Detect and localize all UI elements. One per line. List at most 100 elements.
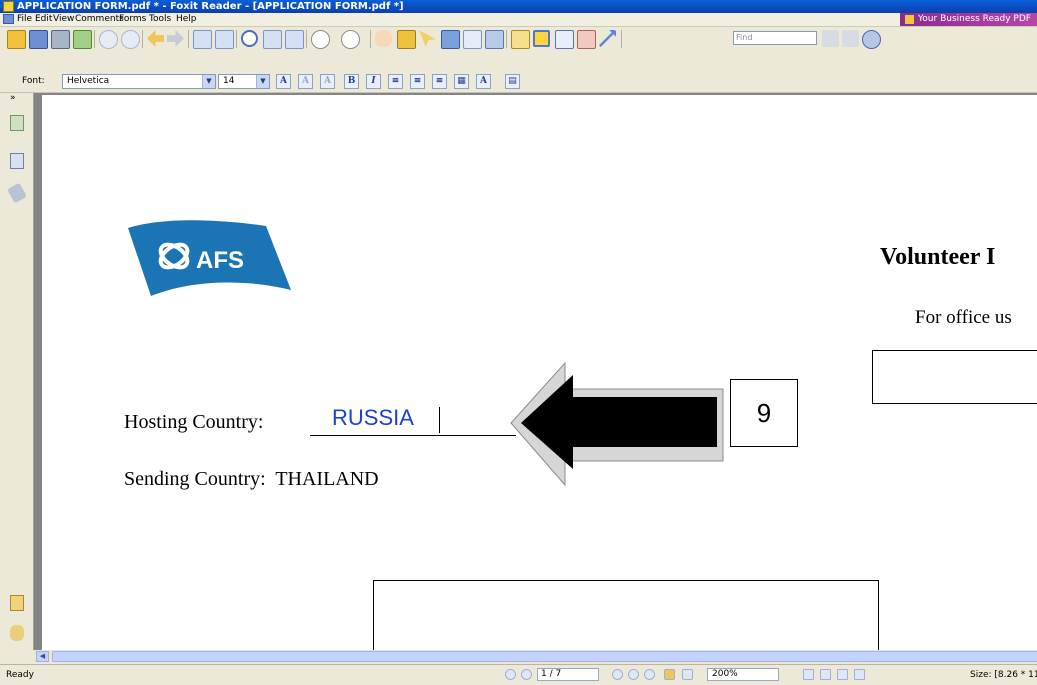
afs-logo: AFS <box>128 220 291 296</box>
save-icon[interactable] <box>29 30 48 49</box>
form-heading: Volunteer I <box>880 244 996 270</box>
text-box-icon[interactable] <box>555 30 574 49</box>
menu-tools[interactable]: Tools <box>149 13 171 26</box>
font-grow-icon[interactable]: A <box>298 74 313 89</box>
foxit-app-icon[interactable] <box>3 1 14 12</box>
fit-width-icon[interactable] <box>285 30 304 49</box>
attachments-icon[interactable] <box>10 625 24 641</box>
fit-page-icon[interactable] <box>263 30 282 49</box>
arrow-left-icon <box>510 361 724 487</box>
promo-banner[interactable]: Your Business Ready PDF <box>900 13 1037 26</box>
zoom-out-circle-icon[interactable] <box>311 30 330 49</box>
main-toolbar: Find <box>0 27 1037 71</box>
chevron-down-icon[interactable]: ▼ <box>202 75 215 88</box>
number-badge: 9 <box>730 379 798 447</box>
font-size-select[interactable]: 14 ▼ <box>218 74 270 89</box>
font-family-select[interactable]: Helvetica ▼ <box>62 74 216 89</box>
find-next-icon[interactable] <box>842 30 859 47</box>
facing-icon[interactable] <box>837 669 848 680</box>
select-arrow-icon[interactable] <box>419 30 436 47</box>
menu-edit[interactable]: Edit <box>35 13 52 26</box>
rotate-page-icon[interactable] <box>215 30 234 49</box>
previous-view-icon[interactable] <box>147 30 164 47</box>
forward-circle-icon[interactable] <box>121 30 140 49</box>
align-center-icon[interactable]: ≡ <box>410 74 425 89</box>
hosting-country-value[interactable]: RUSSIA <box>332 405 414 431</box>
back-circle-icon[interactable] <box>99 30 118 49</box>
text-caret <box>439 407 440 433</box>
bookmarks-icon[interactable] <box>10 115 24 131</box>
font-shrink-icon[interactable]: A <box>320 74 335 89</box>
hosting-country-label: Hosting Country: <box>124 411 264 433</box>
horizontal-scrollbar[interactable]: ◀ <box>34 650 1037 663</box>
pdf-page: AFS Volunteer I For office us Hosting Co… <box>42 95 1037 650</box>
print-icon[interactable] <box>51 30 70 49</box>
single-page-icon[interactable] <box>803 669 814 680</box>
next-page-icon[interactable] <box>612 669 623 680</box>
find-binoculars-icon[interactable] <box>441 30 460 49</box>
hand-tool-icon[interactable] <box>375 30 392 47</box>
layers-icon[interactable] <box>6 182 28 204</box>
previous-page-icon[interactable] <box>521 669 532 680</box>
font-family-value: Helvetica <box>67 76 110 86</box>
menu-forms[interactable]: Forms <box>119 13 146 26</box>
align-left-icon[interactable]: ≡ <box>388 74 403 89</box>
typewriter-icon[interactable] <box>463 30 482 49</box>
italic-icon[interactable]: I <box>366 74 381 89</box>
zoom-in-icon[interactable] <box>241 30 258 47</box>
note-icon[interactable] <box>511 30 530 49</box>
page-number-input[interactable]: 1 / 7 <box>537 668 599 681</box>
page-size-info: Size: [8.26 * 11 <box>970 670 1037 680</box>
menu-view[interactable]: View <box>53 13 74 26</box>
char-spacing-icon[interactable]: ▦ <box>454 74 469 89</box>
extract-page-icon[interactable] <box>193 30 212 49</box>
office-use-label: For office us <box>915 307 1012 328</box>
continuous-facing-icon[interactable] <box>854 669 865 680</box>
comments-panel-icon[interactable] <box>10 595 24 611</box>
align-right-icon[interactable]: ≡ <box>432 74 447 89</box>
form-section-box <box>373 580 879 650</box>
menu-help[interactable]: Help <box>176 13 197 26</box>
font-label: Font: <box>22 76 45 86</box>
sending-country-value: THAILAND <box>275 468 379 490</box>
arrow-tool-icon[interactable] <box>599 30 616 47</box>
find-input[interactable]: Find <box>733 31 817 45</box>
status-bar: Ready 1 / 7 200% Size: [8.26 * 11 <box>0 664 1037 685</box>
select-text-icon[interactable] <box>397 30 416 49</box>
chevron-down-icon[interactable]: ▼ <box>256 75 269 88</box>
zoom-in-circle-icon[interactable] <box>341 30 360 49</box>
play-icon[interactable] <box>628 669 639 680</box>
document-view[interactable]: AFS Volunteer I For office us Hosting Co… <box>34 93 1037 650</box>
search-icon[interactable] <box>862 30 881 49</box>
last-page-icon[interactable] <box>644 669 655 680</box>
email-icon[interactable] <box>73 30 92 49</box>
previous-view-status-icon[interactable] <box>664 669 675 680</box>
continuous-icon[interactable] <box>820 669 831 680</box>
find-previous-icon[interactable] <box>822 30 839 47</box>
window-title: APPLICATION FORM.pdf * - Foxit Reader - … <box>17 1 404 12</box>
bold-icon[interactable]: B <box>344 74 359 89</box>
font-size-value: 14 <box>223 76 235 86</box>
next-view-status-icon[interactable] <box>682 669 693 680</box>
callout-icon[interactable] <box>577 30 596 49</box>
scroll-left-icon[interactable]: ◀ <box>36 651 49 662</box>
text-color-icon[interactable]: A <box>476 74 491 89</box>
expand-panel-icon[interactable]: » <box>10 93 16 103</box>
menu-bar: File Edit View Comments Forms Tools Help… <box>0 13 1037 27</box>
document-menu-icon[interactable] <box>3 14 14 24</box>
scrollbar-thumb[interactable] <box>52 651 1037 662</box>
menu-comments[interactable]: Comments <box>75 13 124 26</box>
first-page-icon[interactable] <box>505 669 516 680</box>
promo-text: Your Business Ready PDF <box>918 14 1031 24</box>
zoom-select[interactable]: 200% <box>707 668 779 681</box>
pages-icon[interactable] <box>10 153 24 169</box>
highlight-icon[interactable] <box>533 30 550 47</box>
menu-file[interactable]: File <box>17 13 32 26</box>
baseline-icon[interactable]: ▤ <box>505 74 520 89</box>
snapshot-icon[interactable] <box>485 30 504 49</box>
sending-country-line: Sending Country: THAILAND <box>124 468 379 491</box>
next-view-icon[interactable] <box>167 30 184 47</box>
sending-country-label: Sending Country: <box>124 468 266 490</box>
font-color-icon[interactable]: A <box>276 74 291 89</box>
open-folder-icon[interactable] <box>7 30 26 49</box>
